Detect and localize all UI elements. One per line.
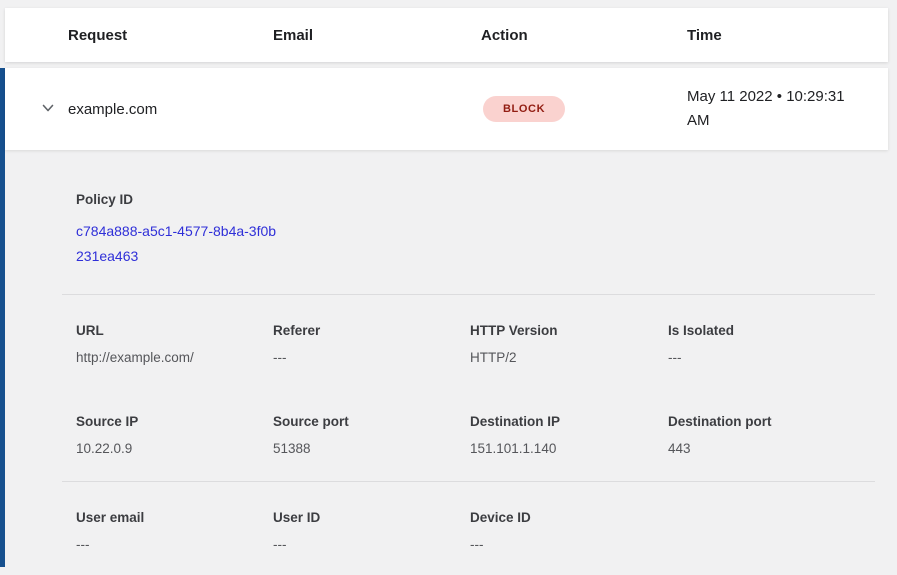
detail-field-is-isolated: Is Isolated --- — [668, 323, 877, 365]
expanded-row-region: example.com BLOCK May 11 2022 • 10:29:31… — [0, 68, 897, 567]
field-value: --- — [273, 350, 470, 365]
field-value: 151.101.1.140 — [470, 441, 668, 456]
table-header: Request Email Action Time — [5, 8, 888, 62]
field-label: Source IP — [76, 414, 273, 429]
request-domain: example.com — [68, 101, 273, 118]
table-row[interactable]: example.com BLOCK May 11 2022 • 10:29:31… — [5, 68, 888, 150]
detail-field-http-version: HTTP Version HTTP/2 — [470, 323, 668, 365]
status-badge-block: BLOCK — [483, 96, 565, 122]
field-label: User ID — [273, 510, 470, 525]
field-value: --- — [668, 350, 877, 365]
detail-field-user-email: User email --- — [76, 510, 273, 552]
time-cell: May 11 2022 • 10:29:31 AM — [687, 85, 888, 133]
field-label: Destination port — [668, 414, 877, 429]
action-cell: BLOCK — [481, 96, 687, 122]
column-header-time: Time — [687, 27, 888, 44]
detail-field-referer: Referer --- — [273, 323, 470, 365]
field-value: --- — [470, 537, 668, 552]
column-header-email: Email — [273, 27, 481, 44]
field-value: 10.22.0.9 — [76, 441, 273, 456]
field-label: Device ID — [470, 510, 668, 525]
detail-field-user-id: User ID --- — [273, 510, 470, 552]
field-label: Is Isolated — [668, 323, 877, 338]
request-detail-panel: Policy ID c784a888-a5c1-4577-8b4a-3f0b23… — [5, 150, 897, 552]
field-label: URL — [76, 323, 273, 338]
field-label: Referer — [273, 323, 470, 338]
field-value: 443 — [668, 441, 877, 456]
column-header-request: Request — [68, 27, 273, 44]
detail-row-user: User email --- User ID --- Device ID --- — [5, 482, 897, 552]
detail-row-network: Source IP 10.22.0.9 Source port 51388 De… — [5, 414, 897, 456]
collapse-row-button[interactable] — [38, 99, 58, 119]
detail-field-destination-port: Destination port 443 — [668, 414, 877, 456]
policy-id-link[interactable]: c784a888-a5c1-4577-8b4a-3f0b231ea463 — [76, 219, 281, 269]
field-label: HTTP Version — [470, 323, 668, 338]
detail-field-url: URL http://example.com/ — [76, 323, 273, 365]
field-value: 51388 — [273, 441, 470, 456]
column-header-action: Action — [481, 27, 687, 44]
detail-field-empty — [668, 510, 877, 552]
chevron-down-icon — [41, 101, 55, 118]
field-label: Source port — [273, 414, 470, 429]
policy-id-label: Policy ID — [76, 192, 897, 207]
field-label: Destination IP — [470, 414, 668, 429]
field-value: --- — [76, 537, 273, 552]
field-value: HTTP/2 — [470, 350, 668, 365]
detail-field-source-ip: Source IP 10.22.0.9 — [76, 414, 273, 456]
detail-row-http: URL http://example.com/ Referer --- HTTP… — [5, 295, 897, 365]
chevron-cell — [5, 99, 68, 119]
field-label: User email — [76, 510, 273, 525]
detail-field-source-port: Source port 51388 — [273, 414, 470, 456]
field-value: http://example.com/ — [76, 350, 273, 365]
detail-field-device-id: Device ID --- — [470, 510, 668, 552]
field-value: --- — [273, 537, 470, 552]
policy-id-section: Policy ID c784a888-a5c1-4577-8b4a-3f0b23… — [5, 150, 897, 294]
detail-field-destination-ip: Destination IP 151.101.1.140 — [470, 414, 668, 456]
